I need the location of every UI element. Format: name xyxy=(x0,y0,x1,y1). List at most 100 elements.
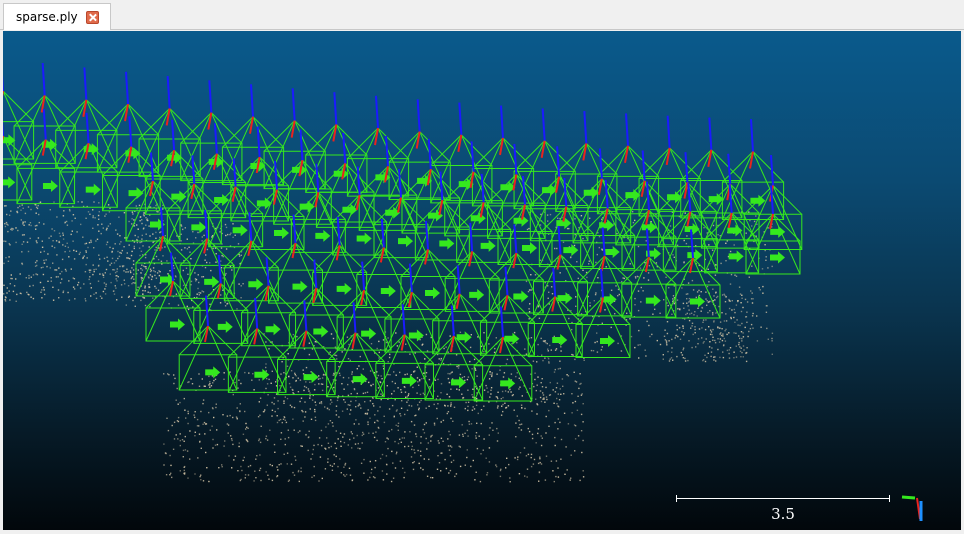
camera-direction-arrow-icon xyxy=(85,183,101,196)
camera-direction-arrow-icon xyxy=(439,237,455,250)
camera-direction-arrow-icon xyxy=(336,282,352,295)
camera-direction-arrow-icon xyxy=(42,180,58,193)
camera-frustum-edge xyxy=(658,182,688,212)
camera-frustum-edge xyxy=(207,325,238,391)
camera-frustum-edge xyxy=(772,185,803,250)
camera-frustum-edge xyxy=(44,95,76,127)
camera-frustum-edge xyxy=(375,334,406,364)
camera-up-axis xyxy=(205,295,209,327)
camera-up-axis xyxy=(333,92,338,125)
camera-up-axis xyxy=(601,227,606,256)
camera-frustum-edge xyxy=(383,247,412,308)
camera-frustum-edge xyxy=(180,112,212,181)
camera-frustum-edge xyxy=(430,134,462,204)
camera-up-axis xyxy=(250,84,254,117)
camera-frustum-edge xyxy=(222,116,254,148)
camera-frustum-edge xyxy=(346,127,379,197)
3d-viewport[interactable]: 3.5 xyxy=(3,31,961,530)
camera-frustum-edge xyxy=(277,330,307,395)
camera-frustum-edge xyxy=(130,146,161,176)
camera-frustum-edge xyxy=(256,328,287,358)
camera-frustum-edge xyxy=(363,289,392,351)
camera-frustum-edge xyxy=(555,143,587,175)
camera-frustum-edge xyxy=(648,209,677,238)
camera-frustum-edge xyxy=(85,99,118,168)
camera-frustum-edge xyxy=(544,140,576,172)
camera-frustum-edge xyxy=(388,131,421,200)
camera-up-axis xyxy=(408,263,413,293)
camera-direction-arrow-icon xyxy=(563,244,579,257)
camera-direction-arrow-icon xyxy=(645,294,661,307)
camera-frustum-edge xyxy=(388,131,421,163)
camera-direction-arrow-icon xyxy=(401,374,417,387)
camera-frustum-edge xyxy=(377,127,409,160)
camera-frustum-edge xyxy=(701,183,731,214)
camera-frustum-edge xyxy=(336,289,365,318)
scale-bar-line xyxy=(676,498,890,499)
scale-bar: 3.5 xyxy=(676,494,890,524)
camera-direction-arrow-icon xyxy=(770,251,785,264)
camera-frustum-edge xyxy=(472,137,504,169)
camera-direction-arrow-icon xyxy=(728,250,744,263)
camera-frustum-edge xyxy=(554,296,583,357)
camera-frustum-edge xyxy=(772,185,803,215)
camera-frustum-edge xyxy=(315,287,344,349)
camera-up-axis xyxy=(770,155,774,186)
camera-frustum-edge xyxy=(332,194,361,256)
camera-up-axis xyxy=(265,257,270,286)
camera-frustum-edge xyxy=(453,335,483,366)
scale-bar-tick-left xyxy=(676,495,677,502)
camera-frustum-edge xyxy=(432,293,461,354)
camera-up-axis xyxy=(727,153,732,185)
tab-sparse-ply[interactable]: sparse.ply xyxy=(3,3,111,30)
camera-direction-arrow-icon xyxy=(667,191,683,204)
camera-up-axis xyxy=(750,119,754,152)
camera-up-axis xyxy=(254,297,259,329)
camera-direction-arrow-icon xyxy=(191,221,207,234)
camera-frustum-edge xyxy=(473,336,504,367)
camera-direction-arrow-icon xyxy=(248,278,264,291)
camera-direction-arrow-icon xyxy=(292,280,308,293)
camera-up-axis xyxy=(128,116,133,147)
point-cloud xyxy=(3,201,774,483)
camera-frustum-edge xyxy=(207,325,238,356)
camera-frustum-edge xyxy=(722,151,754,183)
camera-frustum-edge xyxy=(172,280,201,342)
close-icon[interactable] xyxy=(85,10,99,24)
camera-frustum-edge xyxy=(336,289,365,351)
camera-frustum-edge xyxy=(602,297,631,358)
camera-up-axis xyxy=(213,123,218,154)
camera-direction-arrow-icon xyxy=(500,377,516,390)
camera-up-axis xyxy=(191,155,196,184)
camera-frustum-edge xyxy=(400,249,429,310)
camera-up-axis xyxy=(380,218,385,248)
camera-frustum-edge xyxy=(127,103,160,173)
camera-up-axis xyxy=(469,222,474,252)
camera-direction-arrow-icon xyxy=(361,327,377,340)
camera-up-axis xyxy=(583,111,588,144)
camera-frustum-edge xyxy=(459,293,488,354)
camera-frustum-edge xyxy=(276,189,305,217)
camera-frustum-edge xyxy=(441,199,470,261)
camera-up-axis xyxy=(684,152,689,183)
camera-direction-arrow-icon xyxy=(170,318,185,331)
camera-frustum-edge xyxy=(208,186,237,215)
camera-up-axis xyxy=(600,268,604,298)
camera-direction-arrow-icon xyxy=(380,284,396,297)
camera-frustum-edge xyxy=(3,135,33,166)
scale-bar-label: 3.5 xyxy=(771,505,795,523)
camera-frustum-edge xyxy=(335,124,368,156)
camera-direction-arrow-icon xyxy=(557,292,573,305)
camera-up-axis xyxy=(166,76,171,109)
camera-frustum-edge xyxy=(565,206,594,234)
camera-up-axis xyxy=(336,216,341,246)
camera-up-axis xyxy=(458,102,463,135)
camera-up-axis xyxy=(666,115,671,149)
camera-up-axis xyxy=(427,138,432,170)
camera-direction-arrow-icon xyxy=(480,239,496,252)
camera-frustum-edge xyxy=(263,120,296,152)
camera-frustum-edge xyxy=(473,171,503,202)
camera-frustum-edge xyxy=(411,291,440,353)
camera-frustum-edge xyxy=(502,336,533,402)
camera-up-axis xyxy=(450,305,455,337)
